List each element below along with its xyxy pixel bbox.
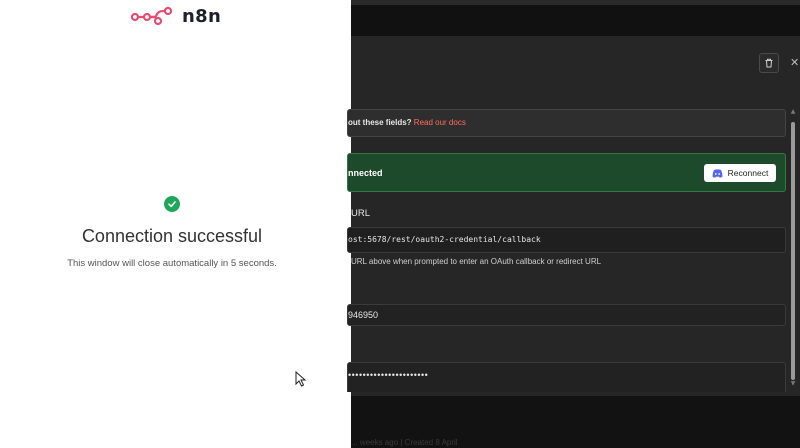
scroll-down-arrow-icon[interactable]: ▼ xyxy=(789,380,797,387)
n8n-logo: n8n xyxy=(131,4,221,28)
success-title: Connection successful xyxy=(81,226,263,246)
discord-icon xyxy=(712,168,723,178)
client-secret-field[interactable]: •••••••••••••••••••••• xyxy=(347,362,786,392)
modal-scrollbar[interactable]: ▲ ▼ xyxy=(789,108,797,388)
reconnect-label: Reconnect xyxy=(727,168,769,178)
brand-name: n8n xyxy=(182,5,222,27)
scroll-up-arrow-icon[interactable]: ▲ xyxy=(789,108,797,115)
redirect-url-field[interactable]: ost:5678/rest/oauth2-credential/callback xyxy=(347,227,786,253)
n8n-editor-background: ✕ out these fields? Read our docs nnecte… xyxy=(347,0,800,448)
reconnect-button[interactable]: Reconnect xyxy=(704,164,776,182)
client-id-field[interactable]: 946950 xyxy=(347,304,786,326)
scroll-thumb[interactable] xyxy=(791,122,795,380)
success-subtitle: This window will close automatically in … xyxy=(67,258,277,269)
delete-credential-button[interactable] xyxy=(759,53,779,73)
docs-info-box: out these fields? Read our docs xyxy=(347,109,786,137)
trash-icon xyxy=(765,58,773,68)
redirect-url-label: URL xyxy=(351,208,371,219)
top-strip xyxy=(351,0,800,5)
footer-text: ... weeks ago | Created 8 April xyxy=(351,438,458,447)
read-docs-link[interactable]: Read our docs xyxy=(414,118,466,127)
credential-modal xyxy=(351,36,800,396)
editor-top-bar xyxy=(351,0,800,36)
n8n-logo-icon xyxy=(131,6,173,26)
docs-info-text: out these fields? xyxy=(348,118,412,127)
redirect-url-help: URL above when prompted to enter an OAut… xyxy=(351,257,602,266)
mouse-pointer-icon xyxy=(295,370,307,391)
oauth-popup-window: n8n Connection successful This window wi… xyxy=(0,0,351,448)
close-icon[interactable]: ✕ xyxy=(790,57,799,69)
check-circle-icon xyxy=(164,196,180,212)
connected-status-text: nnected xyxy=(348,168,383,178)
